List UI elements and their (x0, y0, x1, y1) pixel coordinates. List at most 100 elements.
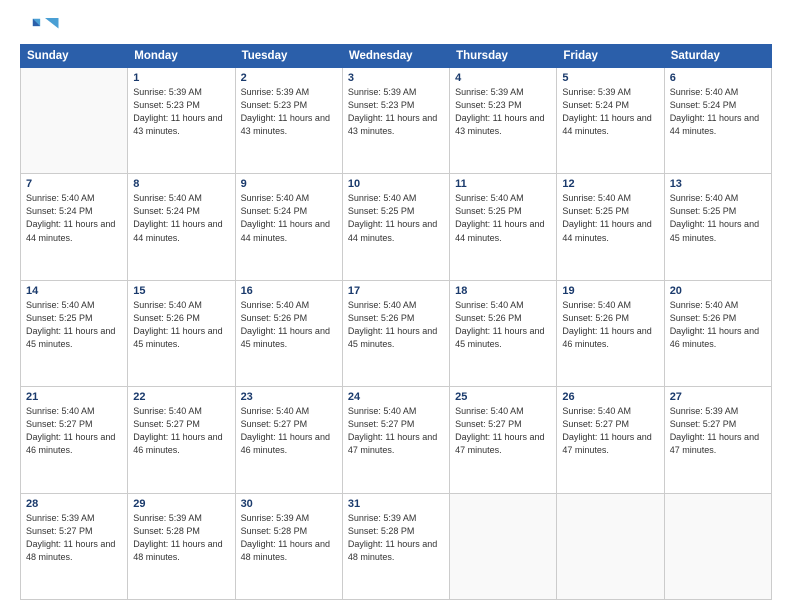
calendar-cell: 30 Sunrise: 5:39 AM Sunset: 5:28 PM Dayli… (235, 493, 342, 599)
calendar-cell: 13 Sunrise: 5:40 AM Sunset: 5:25 PM Dayli… (664, 174, 771, 280)
logo-triangle-icon (45, 18, 63, 36)
day-info: Sunrise: 5:40 AM Sunset: 5:25 PM Dayligh… (455, 192, 551, 244)
day-info: Sunrise: 5:40 AM Sunset: 5:25 PM Dayligh… (348, 192, 444, 244)
day-number: 20 (670, 285, 766, 297)
day-info: Sunrise: 5:40 AM Sunset: 5:26 PM Dayligh… (562, 299, 658, 351)
calendar-cell (664, 493, 771, 599)
day-number: 16 (241, 285, 337, 297)
logo (20, 18, 63, 34)
day-info: Sunrise: 5:39 AM Sunset: 5:27 PM Dayligh… (670, 405, 766, 457)
day-info: Sunrise: 5:39 AM Sunset: 5:23 PM Dayligh… (241, 86, 337, 138)
day-number: 21 (26, 391, 122, 403)
day-info: Sunrise: 5:40 AM Sunset: 5:26 PM Dayligh… (670, 299, 766, 351)
col-header-saturday: Saturday (664, 45, 771, 68)
calendar-header-row: SundayMondayTuesdayWednesdayThursdayFrid… (21, 45, 772, 68)
calendar-week-1: 1 Sunrise: 5:39 AM Sunset: 5:23 PM Daylig… (21, 68, 772, 174)
calendar-cell: 17 Sunrise: 5:40 AM Sunset: 5:26 PM Dayli… (342, 280, 449, 386)
page: SundayMondayTuesdayWednesdayThursdayFrid… (0, 0, 792, 612)
calendar-cell: 26 Sunrise: 5:40 AM Sunset: 5:27 PM Dayli… (557, 387, 664, 493)
day-info: Sunrise: 5:40 AM Sunset: 5:27 PM Dayligh… (348, 405, 444, 457)
calendar-cell (557, 493, 664, 599)
calendar-table: SundayMondayTuesdayWednesdayThursdayFrid… (20, 44, 772, 600)
calendar-cell: 15 Sunrise: 5:40 AM Sunset: 5:26 PM Dayli… (128, 280, 235, 386)
day-info: Sunrise: 5:39 AM Sunset: 5:28 PM Dayligh… (241, 512, 337, 564)
day-number: 30 (241, 498, 337, 510)
day-info: Sunrise: 5:40 AM Sunset: 5:26 PM Dayligh… (241, 299, 337, 351)
day-info: Sunrise: 5:40 AM Sunset: 5:27 PM Dayligh… (241, 405, 337, 457)
day-number: 28 (26, 498, 122, 510)
day-number: 5 (562, 72, 658, 84)
day-info: Sunrise: 5:40 AM Sunset: 5:24 PM Dayligh… (670, 86, 766, 138)
day-info: Sunrise: 5:40 AM Sunset: 5:27 PM Dayligh… (562, 405, 658, 457)
col-header-wednesday: Wednesday (342, 45, 449, 68)
day-info: Sunrise: 5:39 AM Sunset: 5:23 PM Dayligh… (348, 86, 444, 138)
logo-icon (20, 16, 42, 38)
calendar-cell: 6 Sunrise: 5:40 AM Sunset: 5:24 PM Daylig… (664, 68, 771, 174)
col-header-monday: Monday (128, 45, 235, 68)
day-info: Sunrise: 5:40 AM Sunset: 5:25 PM Dayligh… (670, 192, 766, 244)
calendar-cell: 19 Sunrise: 5:40 AM Sunset: 5:26 PM Dayli… (557, 280, 664, 386)
day-number: 2 (241, 72, 337, 84)
day-number: 17 (348, 285, 444, 297)
header (20, 18, 772, 34)
day-number: 15 (133, 285, 229, 297)
calendar-cell: 11Sunrise: 5:40 AM Sunset: 5:25 PM Dayli… (450, 174, 557, 280)
day-info: Sunrise: 5:40 AM Sunset: 5:26 PM Dayligh… (133, 299, 229, 351)
calendar-body: 1 Sunrise: 5:39 AM Sunset: 5:23 PM Daylig… (21, 68, 772, 600)
calendar-cell: 18 Sunrise: 5:40 AM Sunset: 5:26 PM Dayli… (450, 280, 557, 386)
calendar-cell: 16 Sunrise: 5:40 AM Sunset: 5:26 PM Dayli… (235, 280, 342, 386)
day-number: 23 (241, 391, 337, 403)
day-number: 6 (670, 72, 766, 84)
day-number: 8 (133, 178, 229, 190)
calendar-week-2: 7Sunrise: 5:40 AM Sunset: 5:24 PM Daylig… (21, 174, 772, 280)
day-number: 1 (133, 72, 229, 84)
calendar-cell: 12Sunrise: 5:40 AM Sunset: 5:25 PM Dayli… (557, 174, 664, 280)
calendar-cell: 29Sunrise: 5:39 AM Sunset: 5:28 PM Dayli… (128, 493, 235, 599)
day-number: 25 (455, 391, 551, 403)
day-number: 18 (455, 285, 551, 297)
day-number: 22 (133, 391, 229, 403)
calendar-cell: 3 Sunrise: 5:39 AM Sunset: 5:23 PM Daylig… (342, 68, 449, 174)
day-number: 13 (670, 178, 766, 190)
day-info: Sunrise: 5:40 AM Sunset: 5:26 PM Dayligh… (455, 299, 551, 351)
day-info: Sunrise: 5:40 AM Sunset: 5:24 PM Dayligh… (133, 192, 229, 244)
calendar-cell: 10 Sunrise: 5:40 AM Sunset: 5:25 PM Dayli… (342, 174, 449, 280)
calendar-cell: 14Sunrise: 5:40 AM Sunset: 5:25 PM Dayli… (21, 280, 128, 386)
calendar-cell: 27Sunrise: 5:39 AM Sunset: 5:27 PM Dayli… (664, 387, 771, 493)
day-number: 19 (562, 285, 658, 297)
calendar-cell: 4Sunrise: 5:39 AM Sunset: 5:23 PM Daylig… (450, 68, 557, 174)
day-number: 14 (26, 285, 122, 297)
col-header-sunday: Sunday (21, 45, 128, 68)
calendar-cell: 24Sunrise: 5:40 AM Sunset: 5:27 PM Dayli… (342, 387, 449, 493)
calendar-cell: 5 Sunrise: 5:39 AM Sunset: 5:24 PM Daylig… (557, 68, 664, 174)
day-info: Sunrise: 5:40 AM Sunset: 5:24 PM Dayligh… (26, 192, 122, 244)
calendar-cell: 22 Sunrise: 5:40 AM Sunset: 5:27 PM Dayli… (128, 387, 235, 493)
day-info: Sunrise: 5:39 AM Sunset: 5:28 PM Dayligh… (133, 512, 229, 564)
day-info: Sunrise: 5:40 AM Sunset: 5:26 PM Dayligh… (348, 299, 444, 351)
calendar-cell: 9Sunrise: 5:40 AM Sunset: 5:24 PM Daylig… (235, 174, 342, 280)
day-number: 31 (348, 498, 444, 510)
calendar-cell: 25Sunrise: 5:40 AM Sunset: 5:27 PM Dayli… (450, 387, 557, 493)
day-number: 3 (348, 72, 444, 84)
day-info: Sunrise: 5:39 AM Sunset: 5:23 PM Dayligh… (133, 86, 229, 138)
calendar-cell: 8 Sunrise: 5:40 AM Sunset: 5:24 PM Daylig… (128, 174, 235, 280)
day-number: 10 (348, 178, 444, 190)
calendar-week-5: 28Sunrise: 5:39 AM Sunset: 5:27 PM Dayli… (21, 493, 772, 599)
col-header-tuesday: Tuesday (235, 45, 342, 68)
calendar-cell: 1 Sunrise: 5:39 AM Sunset: 5:23 PM Daylig… (128, 68, 235, 174)
day-info: Sunrise: 5:40 AM Sunset: 5:27 PM Dayligh… (133, 405, 229, 457)
calendar-cell: 31Sunrise: 5:39 AM Sunset: 5:28 PM Dayli… (342, 493, 449, 599)
col-header-thursday: Thursday (450, 45, 557, 68)
calendar-cell: 23 Sunrise: 5:40 AM Sunset: 5:27 PM Dayli… (235, 387, 342, 493)
day-info: Sunrise: 5:39 AM Sunset: 5:24 PM Dayligh… (562, 86, 658, 138)
calendar-cell: 20 Sunrise: 5:40 AM Sunset: 5:26 PM Dayli… (664, 280, 771, 386)
calendar-cell (450, 493, 557, 599)
calendar-cell: 2 Sunrise: 5:39 AM Sunset: 5:23 PM Daylig… (235, 68, 342, 174)
day-number: 4 (455, 72, 551, 84)
day-number: 26 (562, 391, 658, 403)
calendar-week-3: 14Sunrise: 5:40 AM Sunset: 5:25 PM Dayli… (21, 280, 772, 386)
day-number: 9 (241, 178, 337, 190)
calendar-cell (21, 68, 128, 174)
day-info: Sunrise: 5:40 AM Sunset: 5:27 PM Dayligh… (26, 405, 122, 457)
day-info: Sunrise: 5:40 AM Sunset: 5:25 PM Dayligh… (562, 192, 658, 244)
